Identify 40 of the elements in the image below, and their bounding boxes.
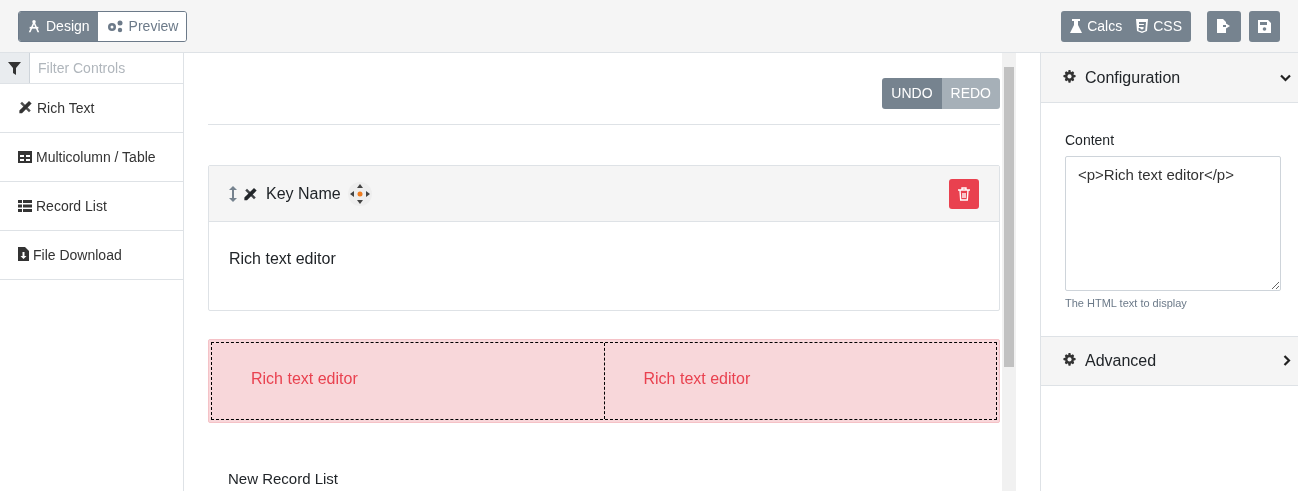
section-header[interactable]: Advanced (1041, 335, 1298, 386)
flask-icon (1070, 19, 1083, 33)
control-item[interactable]: File Download (0, 231, 183, 280)
file-download-icon (18, 247, 29, 261)
section-header[interactable]: Configuration (1041, 53, 1298, 103)
history-button[interactable]: UNDO (882, 78, 942, 109)
settings-icon (1062, 353, 1077, 368)
column-text: Rich text editor (643, 370, 751, 387)
table-icon (18, 151, 32, 163)
compass-icon (27, 19, 41, 33)
settings-icon (1062, 70, 1077, 85)
column-text: Rich text editor (251, 370, 358, 387)
list-icon (18, 200, 32, 212)
resize-vertical-icon[interactable] (229, 185, 237, 202)
toolbar-button[interactable]: Calcs (1070, 15, 1123, 37)
scrollbar[interactable] (1002, 53, 1016, 491)
chevron-down-icon (1280, 73, 1291, 82)
control-label: New Record List (228, 470, 339, 487)
css-icon (1136, 19, 1149, 33)
delete-button[interactable] (949, 178, 979, 209)
save-icon (1258, 19, 1271, 33)
card-title: Key Name (266, 183, 341, 204)
mode-tab[interactable]: Design (19, 11, 98, 41)
field-label: Content (1065, 131, 1116, 150)
filter-icon (8, 61, 21, 75)
save-button[interactable] (1249, 10, 1280, 42)
trash-icon (958, 186, 970, 201)
move-icon[interactable] (346, 180, 373, 207)
toolbar-button[interactable]: CSS (1136, 15, 1182, 37)
control-item[interactable]: Record List (0, 182, 183, 231)
filter-field[interactable]: Filter Controls (30, 53, 183, 83)
card-text: Rich text editor (229, 249, 337, 269)
file-export-icon (1217, 19, 1231, 33)
export-button[interactable] (1207, 10, 1241, 42)
mode-tab[interactable]: Preview (97, 11, 187, 41)
chevron-right-icon (1283, 355, 1291, 366)
control-item[interactable]: Rich Text (0, 84, 183, 133)
control-item[interactable]: Multicolumn / Table (0, 133, 183, 182)
help-text: The HTML text to display (1065, 296, 1188, 311)
content-field[interactable]: <p>Rich text editor</p> (1065, 156, 1281, 291)
